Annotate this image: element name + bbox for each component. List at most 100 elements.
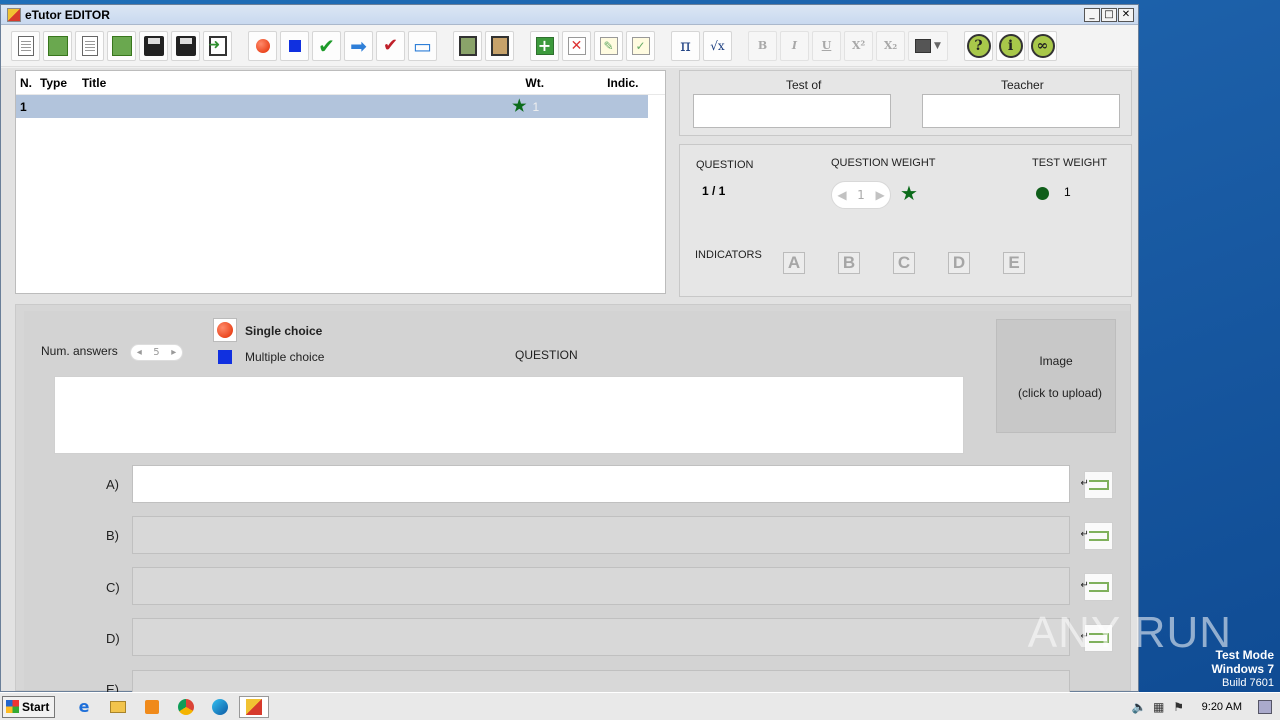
exit-button[interactable]: [203, 30, 232, 61]
edit-question-button[interactable]: ✎: [594, 30, 623, 61]
open-document-icon: [47, 35, 68, 56]
bold-button[interactable]: B: [748, 30, 777, 61]
image-hint: (click to upload): [1017, 386, 1103, 400]
build-label: Build 7601: [1222, 677, 1274, 689]
answer-a-mark-button[interactable]: [1081, 471, 1113, 499]
folder-icon: [110, 700, 126, 713]
save-as-button[interactable]: [171, 30, 200, 61]
underline-button[interactable]: U: [812, 30, 841, 61]
help-icon: ?: [966, 33, 991, 58]
delete-icon: ✕: [567, 36, 586, 55]
answer-b-field[interactable]: [132, 516, 1070, 554]
row-weight: ★ 1: [510, 98, 590, 115]
taskbar-media-player[interactable]: [137, 696, 167, 718]
return-icon: [1081, 580, 1109, 592]
num-answers-stepper[interactable]: ◂ 5 ▸: [130, 344, 183, 361]
answer-c-mark-button[interactable]: [1081, 573, 1113, 601]
answer-c-field[interactable]: [132, 567, 1070, 605]
increment-icon[interactable]: ▸: [171, 347, 176, 358]
double-checkmark-icon: ✔: [382, 34, 399, 56]
open-test-button[interactable]: [43, 30, 72, 61]
new-document-icon: [17, 35, 34, 56]
indicator-e[interactable]: E: [1003, 252, 1025, 274]
new-test-button[interactable]: [11, 30, 40, 61]
taskbar-explorer[interactable]: [103, 696, 133, 718]
toolbar: ✔ ➡ ✔ ▭ + ✕ ✎ ✓ π √x B I U X² X₂ ▼ ? i ∞: [1, 25, 1138, 67]
question-text-area[interactable]: [54, 376, 964, 454]
question-counter: 1 / 1: [702, 184, 726, 198]
indicator-c[interactable]: C: [893, 252, 915, 274]
multiple-choice-radio[interactable]: [213, 345, 237, 369]
test-of-field[interactable]: [693, 94, 891, 128]
question-weight-stepper[interactable]: ◀ 1 ▶: [831, 181, 891, 209]
close-button[interactable]: ✕: [1118, 7, 1134, 22]
start-button[interactable]: Start: [2, 695, 55, 718]
indicator-b[interactable]: B: [838, 252, 860, 274]
chevron-left-icon[interactable]: ◀: [837, 188, 846, 202]
image-upload-area[interactable]: Image (click to upload): [996, 319, 1116, 433]
info-button[interactable]: i: [996, 30, 1025, 61]
chevron-right-icon[interactable]: ▶: [875, 188, 884, 202]
star-icon: ★: [900, 181, 918, 205]
chevron-down-icon: ▼: [934, 40, 941, 51]
add-question-button[interactable]: +: [530, 30, 559, 61]
flag-icon[interactable]: ⚑: [1172, 700, 1186, 714]
indicator-d[interactable]: D: [948, 252, 970, 274]
title-bar[interactable]: eTutor EDITOR _ □ ✕: [1, 5, 1138, 25]
test-weight-label: TEST WEIGHT: [1032, 157, 1107, 169]
blue-square-icon: [288, 39, 301, 52]
answer-d-field[interactable]: [132, 618, 1070, 656]
single-choice-radio[interactable]: [213, 318, 237, 342]
start-label: Start: [22, 699, 50, 714]
save-as-icon: [175, 35, 196, 56]
copy-document-button[interactable]: [107, 30, 136, 61]
remove-image-button[interactable]: [485, 30, 514, 61]
single-choice-label: Single choice: [245, 324, 323, 338]
show-desktop-button[interactable]: [1258, 699, 1272, 714]
delete-question-button[interactable]: ✕: [562, 30, 591, 61]
copy-document-icon: [111, 35, 132, 56]
subscript-button[interactable]: X₂: [876, 30, 905, 61]
insert-pi-button[interactable]: π: [671, 30, 700, 61]
single-choice-tool[interactable]: [248, 30, 277, 61]
answer-b-label: B): [106, 528, 119, 543]
minimize-button[interactable]: _: [1084, 7, 1100, 22]
etutor-icon: [246, 698, 262, 715]
maximize-button[interactable]: □: [1101, 7, 1117, 22]
question-editor: Num. answers ◂ 5 ▸ Single choice Multipl…: [15, 304, 1131, 708]
indicator-a[interactable]: A: [783, 252, 805, 274]
volume-icon[interactable]: 🔈: [1132, 700, 1147, 714]
taskbar-edge[interactable]: [205, 696, 235, 718]
correct-answer-tool[interactable]: ✔: [312, 30, 341, 61]
insert-sqrt-button[interactable]: √x: [703, 30, 732, 61]
main-content: N. Type Title Wt. Indic. 1 ★ 1 Test of T…: [1, 68, 1138, 708]
teacher-field[interactable]: [922, 94, 1120, 128]
remove-image-icon: [490, 35, 509, 56]
taskbar-chrome[interactable]: [171, 696, 201, 718]
question-weight-value: 1: [857, 188, 865, 202]
save-button[interactable]: [139, 30, 168, 61]
red-dot-icon: [217, 322, 233, 338]
clock[interactable]: 9:20 AM: [1202, 701, 1242, 713]
decrement-icon[interactable]: ◂: [137, 347, 142, 358]
italic-button[interactable]: I: [780, 30, 809, 61]
multiple-choice-tool[interactable]: [280, 30, 309, 61]
network-icon[interactable]: ▦: [1152, 700, 1166, 714]
help-button[interactable]: ?: [964, 30, 993, 61]
taskbar-ie[interactable]: e: [69, 696, 99, 718]
text-field-tool[interactable]: ▭: [408, 30, 437, 61]
taskbar-etutor[interactable]: [239, 695, 269, 718]
next-tool[interactable]: ➡: [344, 30, 373, 61]
test-mode-label: Test Mode: [1215, 648, 1274, 662]
answer-b-mark-button[interactable]: [1081, 522, 1113, 550]
web-button[interactable]: ∞: [1028, 30, 1057, 61]
document-button[interactable]: [75, 30, 104, 61]
superscript-button[interactable]: X²: [844, 30, 873, 61]
check-question-button[interactable]: ✓: [626, 30, 655, 61]
table-row[interactable]: 1 ★ 1: [16, 95, 648, 118]
double-check-tool[interactable]: ✔: [376, 30, 405, 61]
answer-a-field[interactable]: [132, 465, 1070, 503]
insert-image-button[interactable]: [453, 30, 482, 61]
text-color-picker[interactable]: ▼: [908, 30, 948, 61]
os-label: Windows 7: [1211, 662, 1274, 676]
